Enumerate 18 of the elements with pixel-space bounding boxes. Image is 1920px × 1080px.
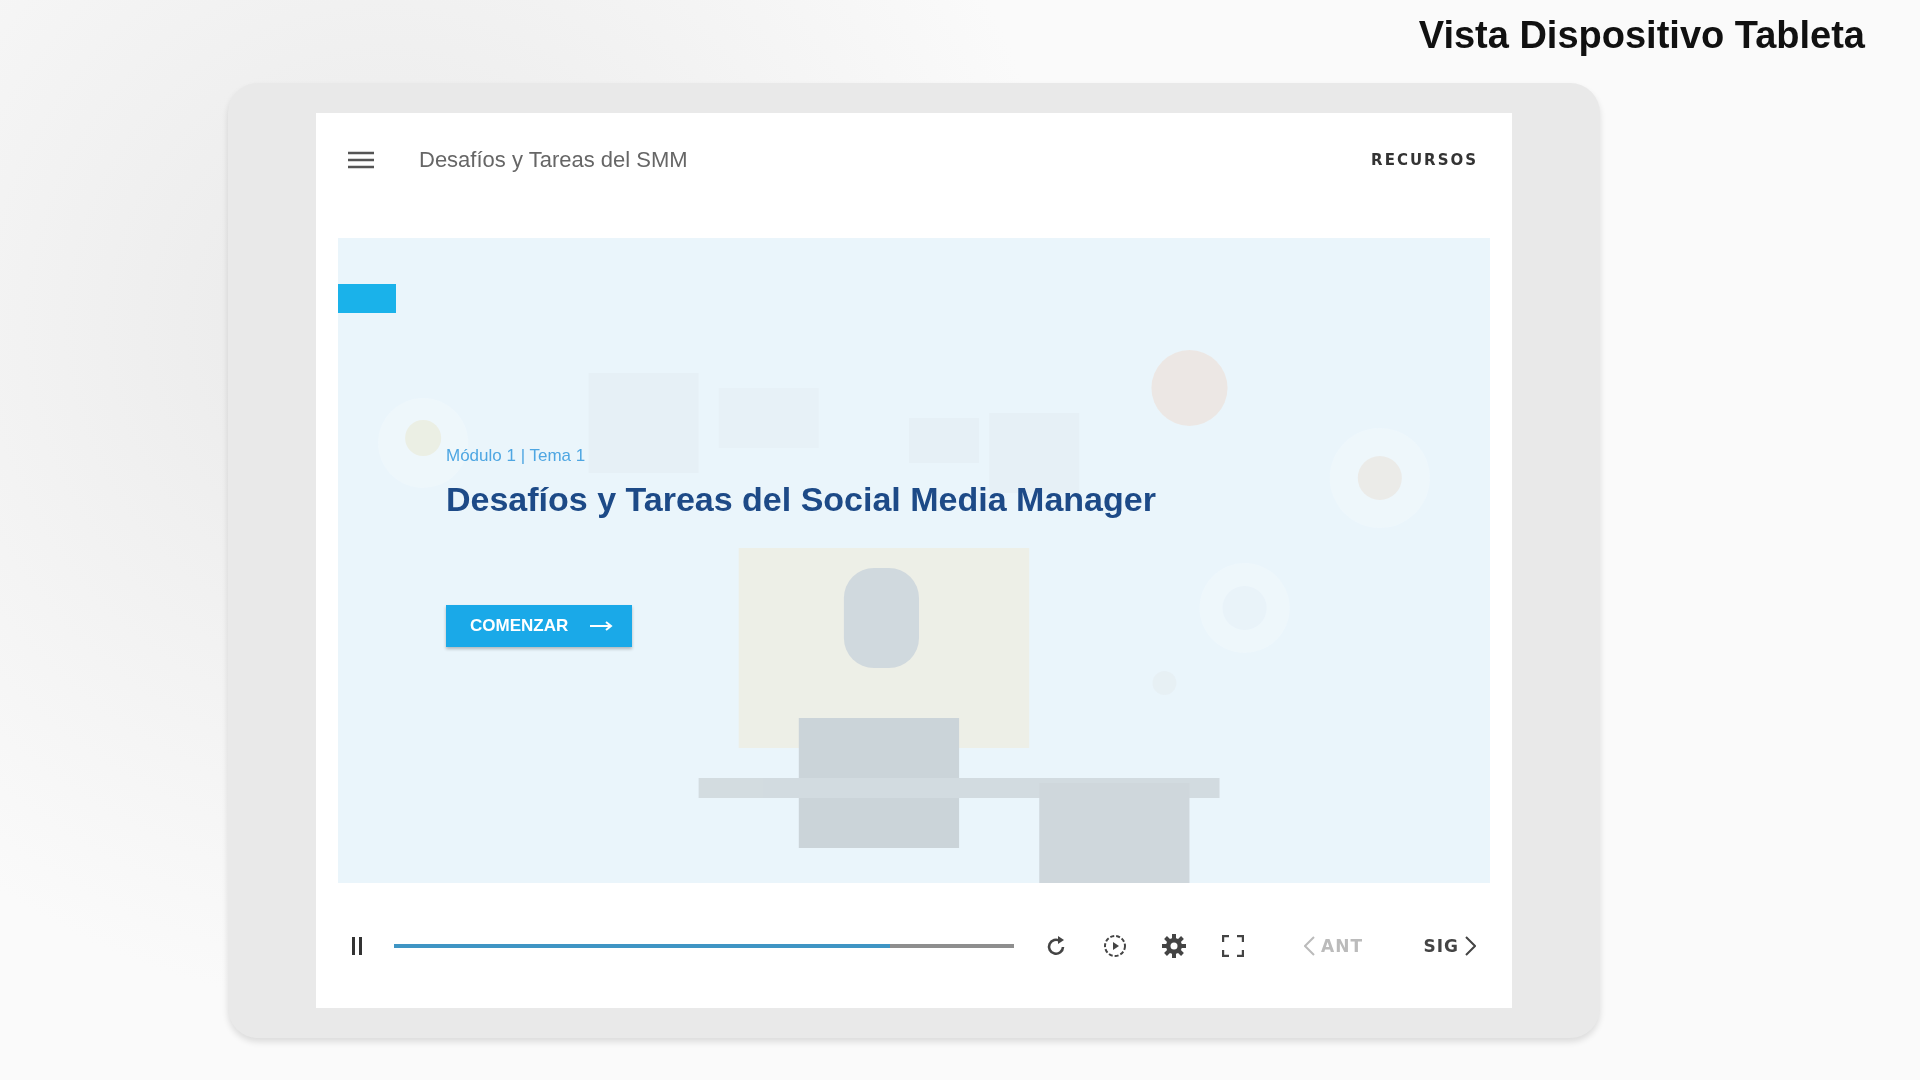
- slide-title: Vista Dispositivo Tableta: [1418, 14, 1865, 58]
- chevron-right-icon: [1465, 935, 1476, 956]
- next-button[interactable]: SIG: [1419, 931, 1480, 960]
- resources-link[interactable]: RECURSOS: [1365, 150, 1484, 170]
- replay-icon: [1045, 933, 1067, 958]
- course-title: Desafíos y Tareas del SMM: [419, 147, 688, 173]
- menu-button[interactable]: [348, 151, 374, 169]
- circled-play-icon: [1103, 933, 1127, 958]
- module-label: Módulo 1 | Tema 1: [446, 446, 586, 466]
- pause-button[interactable]: [350, 935, 364, 956]
- chevron-left-icon: [1304, 935, 1315, 956]
- lesson-heading: Desafíos y Tareas del Social Media Manager: [446, 480, 1156, 519]
- fullscreen-icon: [1222, 934, 1244, 957]
- progress-track[interactable]: [394, 943, 1014, 948]
- settings-icon: [1161, 932, 1187, 959]
- pause-icon: [350, 935, 364, 956]
- arrow-right-icon: [590, 621, 615, 631]
- menu-icon: [348, 151, 374, 169]
